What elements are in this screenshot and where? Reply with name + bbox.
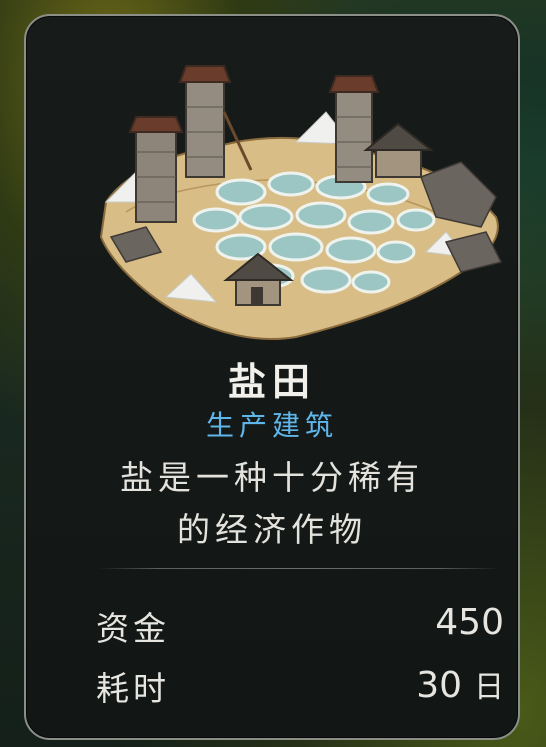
- cost-row: 资金 450: [96, 602, 504, 652]
- salt-field-illustration: [99, 65, 503, 341]
- cost-amount: 450: [435, 602, 504, 643]
- building-description: 盐是一种十分稀有 的经济作物: [86, 452, 458, 556]
- building-info-card: 盐田 生产建筑 盐是一种十分稀有 的经济作物 资金 450 耗时 30 日: [24, 14, 520, 740]
- divider: [98, 568, 500, 569]
- building-category: 生产建筑: [205, 409, 338, 442]
- cost-value: 450: [435, 602, 504, 643]
- duration-unit: 日: [474, 670, 504, 705]
- building-name: 盐田: [227, 360, 316, 404]
- cost-label: 资金: [96, 609, 170, 648]
- description-line: 盐是一种十分稀有: [120, 458, 424, 497]
- duration-label: 耗时: [96, 669, 170, 708]
- duration-amount: 30: [416, 665, 462, 706]
- duration-row: 耗时 30 日: [96, 662, 504, 712]
- description-line: 的经济作物: [177, 510, 367, 549]
- duration-value: 30 日: [416, 662, 504, 706]
